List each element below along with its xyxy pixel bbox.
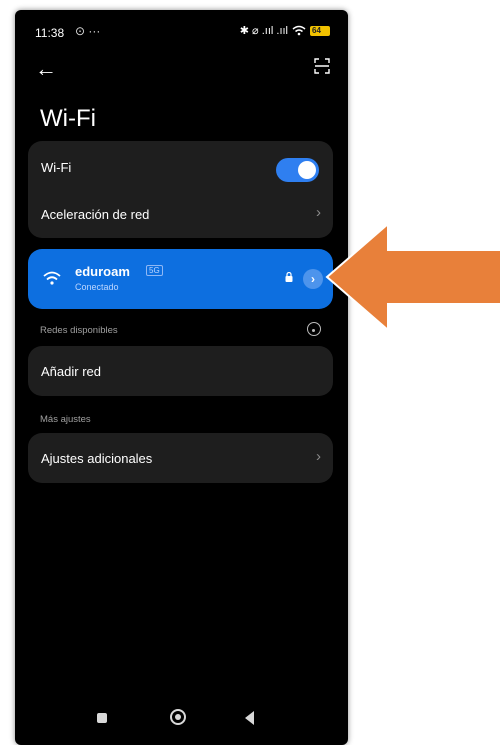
status-time: 11:38: [35, 26, 65, 40]
home-icon[interactable]: [170, 709, 186, 725]
chevron-right-icon: ›: [316, 204, 321, 221]
lock-icon: [285, 272, 293, 282]
notification-icons: ⊙ ···: [75, 24, 101, 38]
add-network-label: Añadir red: [41, 363, 101, 379]
connected-network-item[interactable]: eduroam 5G Conectado ›: [28, 249, 333, 309]
qr-scan-icon[interactable]: [314, 58, 330, 74]
wifi-toggle[interactable]: [276, 158, 319, 182]
band-badge: 5G: [146, 265, 163, 276]
network-ssid: eduroam: [75, 264, 130, 279]
wifi-signal-icon: [43, 271, 61, 285]
additional-settings-card: Ajustes adicionales ›: [28, 433, 333, 483]
wifi-toggle-row[interactable]: Wi-Fi: [28, 144, 333, 190]
add-network-row[interactable]: Añadir red: [28, 348, 333, 394]
battery-level: 64: [312, 25, 321, 35]
navigation-bar: [15, 700, 348, 740]
back-triangle-icon[interactable]: [245, 711, 254, 725]
phone-screen: 11:38 ⊙ ··· ✱ ⌀ .ııl .ııl 64 ← Wi-Fi Wi-…: [15, 10, 348, 745]
wifi-status-icon: [292, 25, 306, 36]
signal-icons: ✱ ⌀ .ııl .ııl: [239, 25, 288, 37]
more-settings-header: Más ajustes: [40, 414, 91, 425]
scanning-spinner-icon: [307, 322, 321, 336]
connection-status: Conectado: [75, 282, 119, 292]
toggle-knob: [298, 161, 316, 179]
top-bar: ←: [15, 54, 348, 84]
system-icons: ✱ ⌀ .ııl .ııl 64: [240, 24, 330, 37]
status-bar: 11:38 ⊙ ··· ✱ ⌀ .ııl .ııl 64: [15, 10, 348, 50]
annotation-arrow-icon: [325, 222, 502, 332]
page-title: Wi-Fi: [40, 105, 96, 132]
additional-settings-label: Ajustes adicionales: [41, 450, 153, 466]
wifi-settings-card: Wi-Fi Aceleración de red ›: [28, 141, 333, 238]
network-details-button[interactable]: ›: [303, 269, 323, 289]
network-acceleration-row[interactable]: Aceleración de red ›: [28, 191, 333, 237]
network-acceleration-label: Aceleración de red: [41, 206, 150, 222]
available-networks-header: Redes disponibles: [40, 325, 118, 336]
back-arrow-icon[interactable]: ←: [35, 56, 57, 82]
battery-icon: 64: [310, 25, 330, 36]
wifi-label: Wi-Fi: [41, 159, 72, 175]
additional-settings-row[interactable]: Ajustes adicionales ›: [28, 435, 333, 481]
chevron-right-icon: ›: [316, 448, 321, 465]
add-network-card: Añadir red: [28, 346, 333, 396]
recent-apps-icon[interactable]: [97, 713, 107, 723]
